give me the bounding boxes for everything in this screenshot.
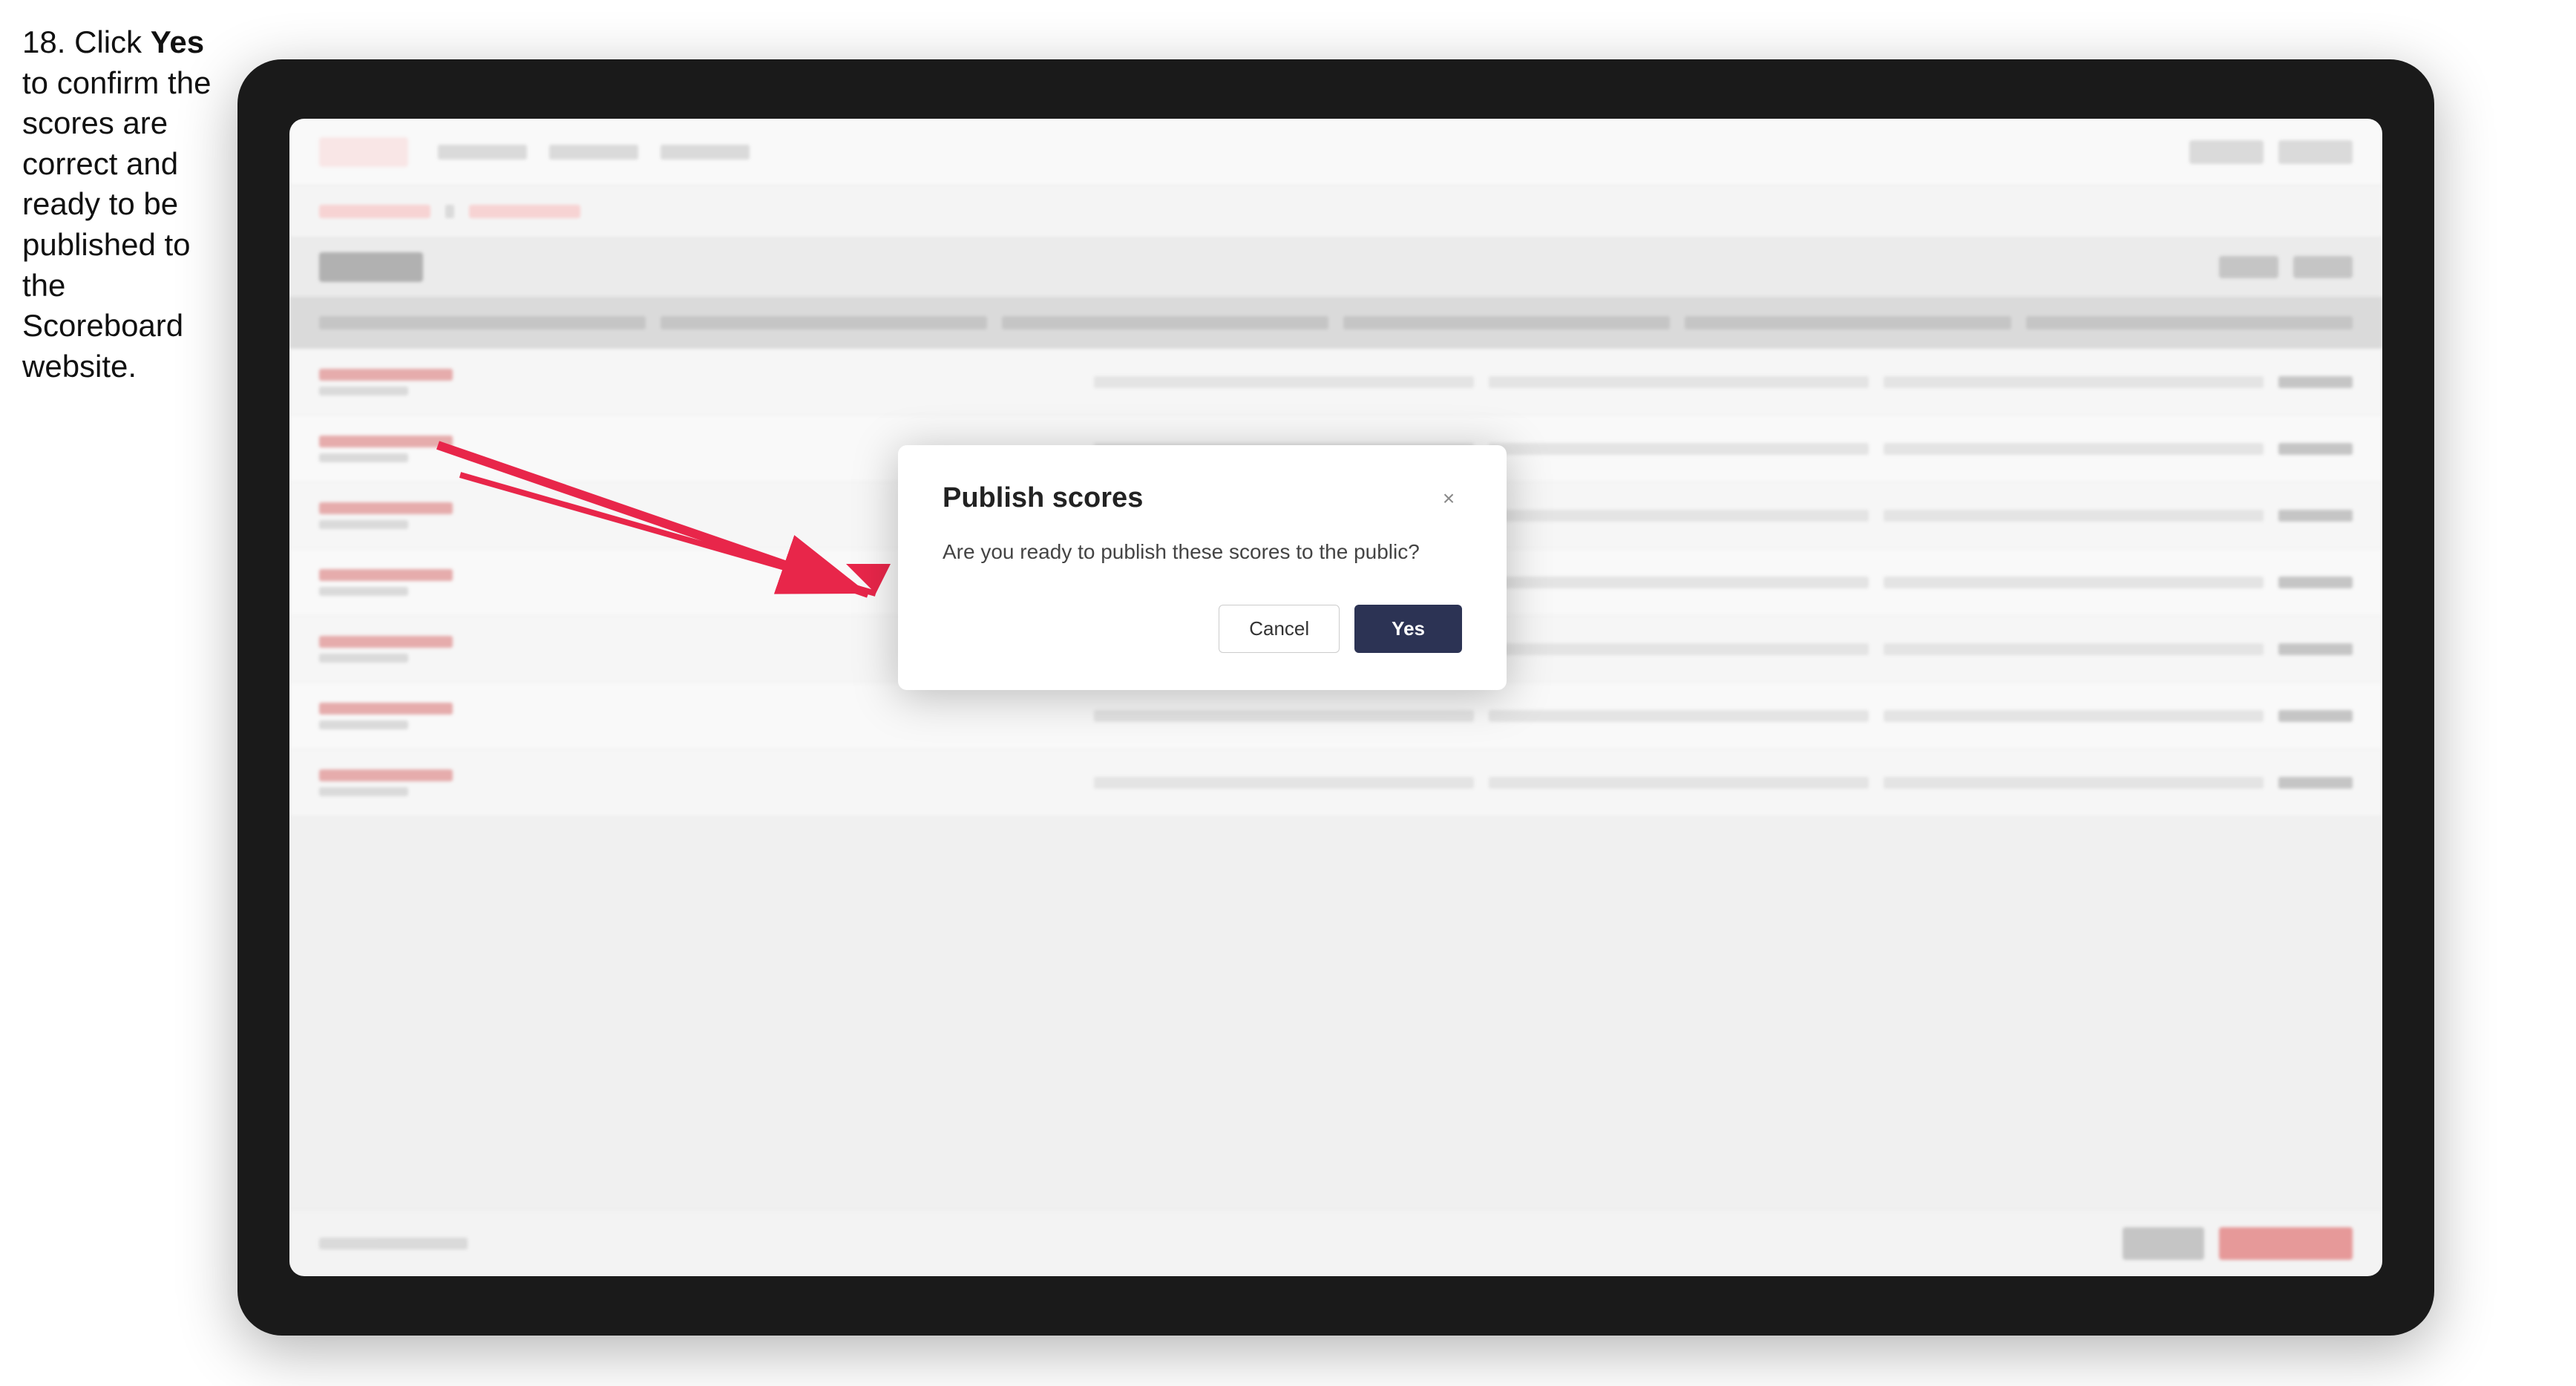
td-main: [319, 703, 453, 715]
td-main: [319, 569, 453, 581]
th-3: [1002, 316, 1328, 329]
td-name: [319, 769, 1079, 796]
screen-background: [289, 119, 2382, 1276]
action-bar: [289, 237, 2382, 297]
dialog-body: Are you ready to publish these scores to…: [943, 536, 1462, 568]
footer-btn-primary: [2219, 1227, 2353, 1260]
tablet-screen: Publish scores × Are you ready to publis…: [289, 119, 2382, 1276]
nav-link-3: [661, 145, 750, 160]
nav-links: [438, 145, 750, 160]
th-2: [661, 316, 987, 329]
td-num: [2278, 510, 2353, 522]
td-1: [1094, 710, 1474, 722]
td-3: [1884, 777, 2264, 789]
td-num: [2278, 443, 2353, 455]
td-sub: [319, 587, 408, 596]
td-main: [319, 436, 453, 447]
th-1: [319, 316, 646, 329]
td-sub: [319, 720, 408, 729]
nav-link-2: [549, 145, 638, 160]
instruction-suffix: to confirm the scores are correct and re…: [22, 65, 211, 384]
td-num: [2278, 577, 2353, 588]
table-row: [289, 749, 2382, 816]
yes-bold: Yes: [151, 24, 204, 59]
td-3: [1884, 443, 2264, 455]
td-2: [1489, 643, 1869, 655]
footer-btn: [2123, 1227, 2204, 1260]
td-num: [2278, 376, 2353, 388]
breadcrumb-1: [319, 205, 430, 218]
dialog-close-button[interactable]: ×: [1435, 485, 1462, 512]
td-sub: [319, 387, 408, 395]
td-1: [1094, 777, 1474, 789]
instruction-text: 18. Click Yes to confirm the scores are …: [22, 22, 230, 387]
app-logo: [319, 137, 408, 167]
dialog-footer: Cancel Yes: [943, 605, 1462, 653]
td-3: [1884, 577, 2264, 588]
td-3: [1884, 710, 2264, 722]
td-2: [1489, 510, 1869, 522]
th-4: [1343, 316, 1670, 329]
tablet-device: Publish scores × Are you ready to publis…: [237, 59, 2434, 1336]
publish-scores-dialog: Publish scores × Are you ready to publis…: [898, 445, 1507, 690]
td-2: [1489, 376, 1869, 388]
td-sub: [319, 787, 408, 796]
td-main: [319, 369, 453, 381]
td-2: [1489, 443, 1869, 455]
step-number: 18.: [22, 24, 65, 59]
td-1: [1094, 376, 1474, 388]
action-btn-sm-1: [2219, 256, 2278, 278]
td-3: [1884, 376, 2264, 388]
td-main: [319, 502, 453, 514]
yes-button[interactable]: Yes: [1354, 605, 1462, 653]
td-sub: [319, 520, 408, 529]
td-num: [2278, 777, 2353, 789]
table-row: [289, 683, 2382, 749]
nav-link-1: [438, 145, 527, 160]
td-name: [319, 369, 1079, 395]
td-main: [319, 636, 453, 648]
td-num: [2278, 643, 2353, 655]
th-6: [2026, 316, 2353, 329]
sub-header: [289, 185, 2382, 237]
nav-btn-1: [2189, 140, 2264, 164]
td-2: [1489, 710, 1869, 722]
dialog-header: Publish scores ×: [943, 482, 1462, 514]
table-header: [289, 297, 2382, 349]
td-main: [319, 769, 453, 781]
td-sub: [319, 453, 408, 462]
td-name: [319, 703, 1079, 729]
action-btn-primary: [319, 252, 423, 282]
instruction-prefix: Click: [74, 24, 151, 59]
td-num: [2278, 710, 2353, 722]
nav-btn-2: [2278, 140, 2353, 164]
td-3: [1884, 643, 2264, 655]
breadcrumb-sep: [445, 205, 454, 218]
th-5: [1685, 316, 2011, 329]
td-2: [1489, 777, 1869, 789]
table-footer: [289, 1209, 2382, 1276]
td-sub: [319, 654, 408, 663]
td-2: [1489, 577, 1869, 588]
breadcrumb-2: [469, 205, 580, 218]
dialog-title: Publish scores: [943, 482, 1143, 514]
nav-bar: [289, 119, 2382, 185]
footer-text: [319, 1238, 468, 1249]
td-3: [1884, 510, 2264, 522]
action-btn-sm-2: [2293, 256, 2353, 278]
cancel-button[interactable]: Cancel: [1219, 605, 1340, 653]
table-row: [289, 349, 2382, 416]
nav-right: [2189, 140, 2353, 164]
